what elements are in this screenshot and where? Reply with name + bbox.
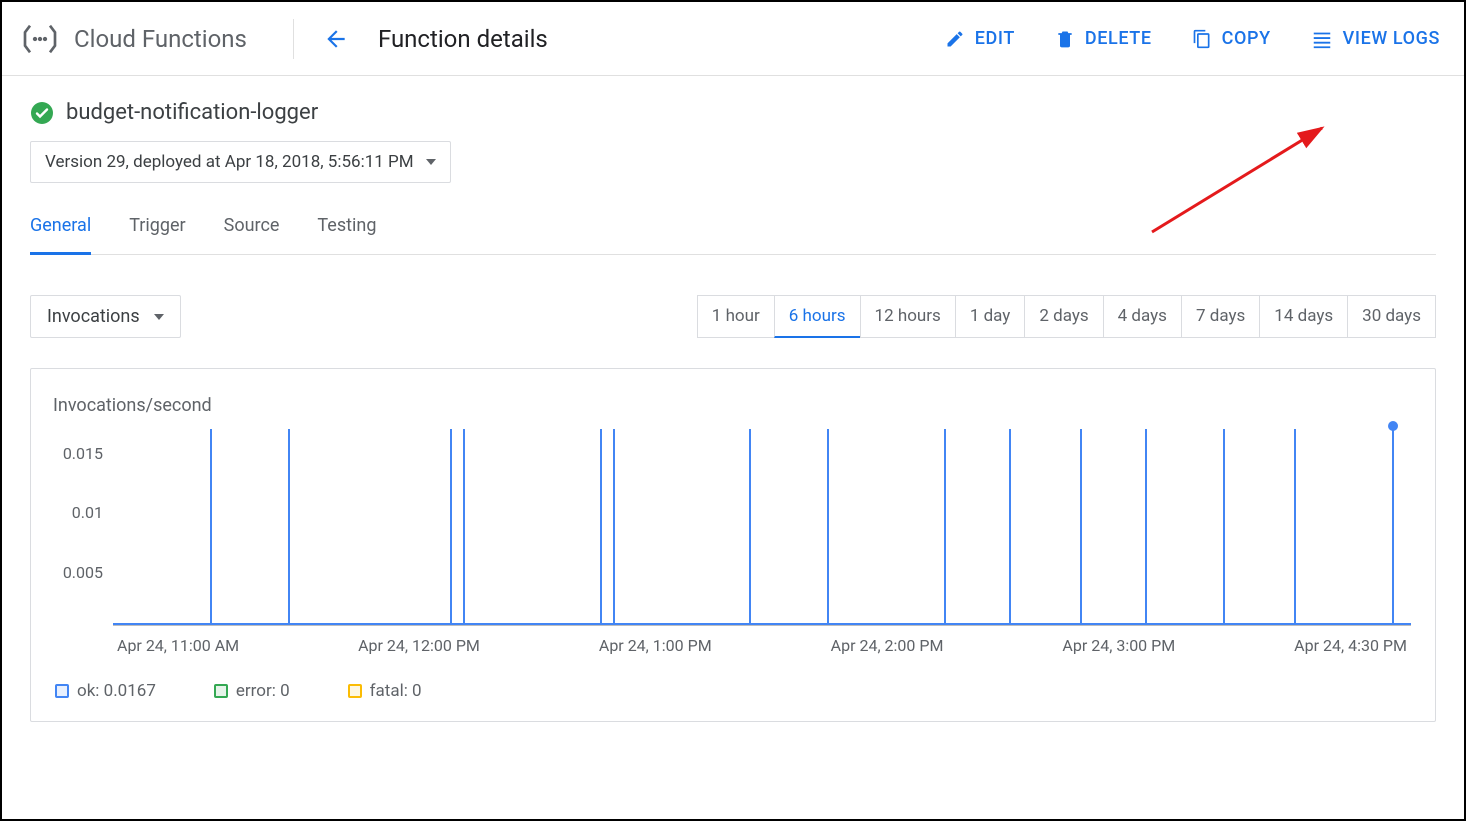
time-range-group: 1 hour 6 hours 12 hours 1 day 2 days 4 d… <box>697 295 1436 338</box>
spike <box>1145 429 1147 625</box>
swatch-error <box>214 684 228 698</box>
y-tick: 0.015 <box>55 444 103 463</box>
range-1day[interactable]: 1 day <box>955 295 1026 338</box>
copy-icon <box>1192 29 1212 49</box>
range-6hours[interactable]: 6 hours <box>774 295 861 338</box>
edit-label: EDIT <box>975 28 1015 49</box>
function-name: budget-notification-logger <box>66 100 318 125</box>
range-4days[interactable]: 4 days <box>1103 295 1182 338</box>
spike <box>463 429 465 625</box>
version-dropdown[interactable]: Version 29, deployed at Apr 18, 2018, 5:… <box>30 141 451 183</box>
edit-button[interactable]: EDIT <box>945 28 1015 49</box>
y-tick: 0.005 <box>55 563 103 582</box>
chart-card: Invocations/second 0.015 0.01 0.005 Apr … <box>30 368 1436 722</box>
spike <box>1009 429 1011 625</box>
x-tick: Apr 24, 12:00 PM <box>358 636 480 655</box>
spike <box>1392 429 1394 625</box>
tab-trigger[interactable]: Trigger <box>129 211 185 255</box>
y-tick: 0.01 <box>55 503 103 522</box>
legend-fatal-label: fatal: 0 <box>370 681 422 701</box>
version-label: Version 29, deployed at Apr 18, 2018, 5:… <box>45 152 414 172</box>
content: budget-notification-logger Version 29, d… <box>2 76 1464 722</box>
x-tick: Apr 24, 2:00 PM <box>831 636 944 655</box>
tab-general[interactable]: General <box>30 211 91 255</box>
metric-label: Invocations <box>47 306 140 327</box>
legend-fatal: fatal: 0 <box>348 681 422 701</box>
x-tick: Apr 24, 1:00 PM <box>599 636 712 655</box>
metric-dropdown[interactable]: Invocations <box>30 295 181 338</box>
range-1hour[interactable]: 1 hour <box>697 295 775 338</box>
copy-button[interactable]: COPY <box>1192 28 1271 49</box>
range-7days[interactable]: 7 days <box>1181 295 1260 338</box>
tabs: General Trigger Source Testing <box>30 211 1436 255</box>
status-ok-icon <box>30 101 54 125</box>
legend: ok: 0.0167 error: 0 fatal: 0 <box>55 681 1411 701</box>
legend-ok: ok: 0.0167 <box>55 681 156 701</box>
delete-button[interactable]: DELETE <box>1055 28 1152 49</box>
tab-testing[interactable]: Testing <box>317 211 376 255</box>
legend-error: error: 0 <box>214 681 290 701</box>
spike <box>944 429 946 625</box>
spike <box>1294 429 1296 625</box>
spike <box>288 429 290 625</box>
x-axis: Apr 24, 11:00 AM Apr 24, 12:00 PM Apr 24… <box>113 636 1411 655</box>
range-14days[interactable]: 14 days <box>1259 295 1348 338</box>
chevron-down-icon <box>154 314 164 320</box>
range-2days[interactable]: 2 days <box>1024 295 1103 338</box>
range-12hours[interactable]: 12 hours <box>860 295 956 338</box>
spike <box>827 429 829 625</box>
x-tick: Apr 24, 3:00 PM <box>1062 636 1175 655</box>
view-logs-button[interactable]: VIEW LOGS <box>1311 28 1440 50</box>
spike <box>1080 429 1082 625</box>
swatch-ok <box>55 684 69 698</box>
view-logs-label: VIEW LOGS <box>1343 28 1440 49</box>
topbar: Cloud Functions Function details EDIT DE… <box>2 2 1464 76</box>
chevron-down-icon <box>426 159 436 165</box>
spike <box>1223 429 1225 625</box>
spike <box>210 429 212 625</box>
pencil-icon <box>945 29 965 49</box>
trash-icon <box>1055 29 1075 49</box>
spike <box>613 429 615 625</box>
legend-ok-label: ok: 0.0167 <box>77 681 156 701</box>
delete-label: DELETE <box>1085 28 1152 49</box>
current-point <box>1388 421 1398 431</box>
spike <box>749 429 751 625</box>
range-30days[interactable]: 30 days <box>1347 295 1436 338</box>
legend-error-label: error: 0 <box>236 681 290 701</box>
function-header: budget-notification-logger <box>30 100 1436 125</box>
tab-source[interactable]: Source <box>224 211 280 255</box>
chart-controls: Invocations 1 hour 6 hours 12 hours 1 da… <box>30 295 1436 338</box>
chart-plot <box>113 426 1411 626</box>
back-button[interactable] <box>322 25 350 53</box>
y-axis: 0.015 0.01 0.005 <box>55 426 113 626</box>
swatch-fatal <box>348 684 362 698</box>
cloud-functions-icon <box>18 17 62 61</box>
service-name: Cloud Functions <box>74 25 293 53</box>
copy-label: COPY <box>1222 28 1271 49</box>
baseline <box>113 623 1411 625</box>
chart-title: Invocations/second <box>53 395 1411 416</box>
spike <box>450 429 452 625</box>
x-tick: Apr 24, 11:00 AM <box>117 636 239 655</box>
page-title: Function details <box>378 25 548 53</box>
logs-icon <box>1311 28 1333 50</box>
spike <box>600 429 602 625</box>
divider <box>293 19 294 59</box>
x-tick: Apr 24, 4:30 PM <box>1294 636 1407 655</box>
